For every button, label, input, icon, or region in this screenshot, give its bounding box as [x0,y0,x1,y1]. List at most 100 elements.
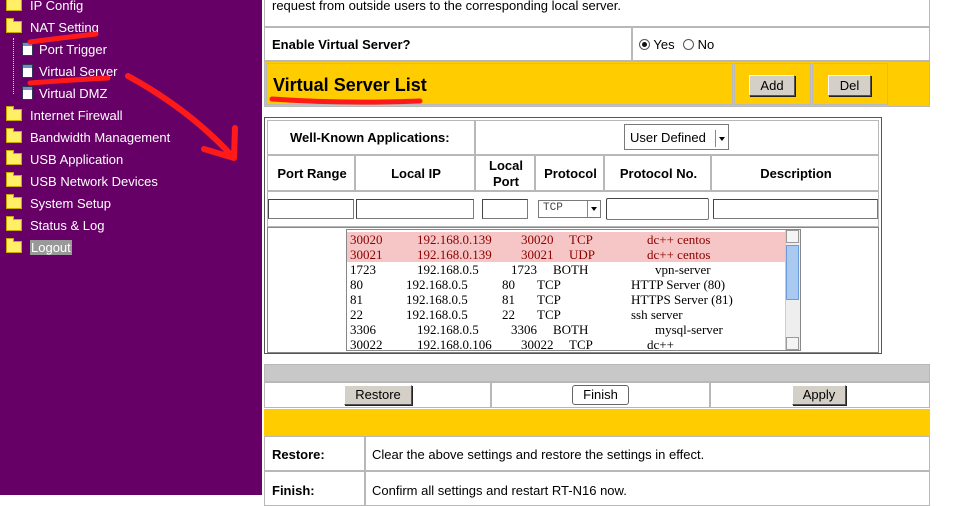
folder-icon [6,150,22,165]
rule-range: 80 [350,277,363,292]
sidebar-item-virtual-dmz[interactable]: Virtual DMZ [22,85,107,103]
list-item[interactable]: 3306 192.168.0.5 3306 BOTH mysql-server [347,322,787,337]
col-label: Local IP [391,166,441,181]
col-label: Port Range [277,166,347,181]
rule-proto: TCP [537,307,561,322]
enable-no-option[interactable]: No [683,37,714,52]
rule-range: 3306 [350,322,376,337]
rule-desc: HTTPS Server (81) [631,292,733,307]
folder-icon [6,0,22,11]
enable-yes-option[interactable]: Yes [639,37,675,52]
rule-port: 81 [502,292,515,307]
add-button[interactable]: Add [749,75,795,96]
sidebar-item-label: NAT Setting [30,20,99,35]
list-item[interactable]: 22 192.168.0.5 22 TCP ssh server [347,307,787,322]
sidebar-item-label: Port Trigger [39,42,107,57]
rule-proto: UDP [569,247,596,262]
col-description: Description [711,155,879,191]
virtual-server-rule-list[interactable]: 30020 192.168.0.139 30020 TCP dc++ centos 300… [346,229,801,351]
intro-text: request from outside users to the corres… [272,0,622,13]
no-label: No [697,37,715,52]
sidebar-item-port-trigger[interactable]: Port Trigger [22,41,107,59]
sidebar-item-bandwidth-management[interactable]: Bandwidth Management [6,128,171,147]
sidebar-item-internet-firewall[interactable]: Internet Firewall [6,106,122,125]
scroll-thumb[interactable] [786,245,799,300]
enable-label-cell: Enable Virtual Server? [264,27,632,61]
protocol-no-input[interactable] [606,198,709,220]
help-text-cell: Confirm all settings and restart RT-N16 … [365,471,930,506]
sidebar-item-virtual-server[interactable]: Virtual Server [22,63,118,81]
rule-range: 1723 [350,262,376,277]
help-term-cell: Finish: [264,471,365,506]
sidebar-item-ip-config[interactable]: IP Config [6,0,83,15]
rule-proto: TCP [569,232,593,247]
help-text-restore: Clear the above settings and restore the… [372,447,705,462]
folder-icon [6,172,22,187]
sidebar-item-status-log[interactable]: Status & Log [6,216,105,235]
list-item[interactable]: 30020 192.168.0.139 30020 TCP dc++ centos [347,232,787,247]
local-port-input[interactable] [482,199,528,219]
list-item[interactable]: 81 192.168.0.5 81 TCP HTTPS Server (81) [347,292,787,307]
help-term-cell: Restore: [264,436,365,471]
sidebar-item-nat-setting[interactable]: NAT Setting [6,18,99,37]
restore-button[interactable]: Restore [344,385,412,405]
col-local-ip: Local IP [355,155,475,191]
page-icon [22,64,33,78]
col-protocol-no: Protocol No. [604,155,711,191]
help-header-bar [264,409,930,436]
sidebar-item-label: System Setup [30,196,111,211]
sidebar-item-system-setup[interactable]: System Setup [6,194,111,213]
rule-port: 3306 [511,322,537,337]
rule-proto: BOTH [553,262,589,277]
well-known-apps-select[interactable]: User Defined [624,124,729,150]
sidebar-item-logout[interactable]: Logout [6,238,72,257]
rule-desc: ssh server [631,307,683,322]
sidebar-item-label: IP Config [30,0,84,13]
finish-button[interactable]: Finish [572,385,629,405]
rule-proto: BOTH [553,322,589,337]
help-term-finish: Finish: [272,483,315,498]
action-bar-top [264,364,930,382]
list-item[interactable]: 30021 192.168.0.139 30021 UDP dc++ centos [347,247,787,262]
rule-ip: 192.168.0.5 [406,277,468,292]
description-input[interactable] [713,199,878,219]
list-title-cell: Virtual Server List [266,63,733,105]
sidebar-item-label: USB Network Devices [30,174,158,189]
sidebar-item-label: USB Application [30,152,124,167]
folder-icon [6,216,22,231]
help-term-restore: Restore: [272,447,325,462]
scroll-down-icon[interactable] [786,337,799,350]
sidebar-menu: IP Config NAT Setting Port Trigger Virtu… [0,0,262,495]
radio-icon[interactable] [683,39,694,50]
list-scrollbar[interactable] [785,230,800,350]
col-label: Local Port [489,158,523,189]
col-label: Protocol No. [619,166,698,181]
rule-ip: 192.168.0.139 [417,232,492,247]
sidebar-item-label: Status & Log [30,218,105,233]
list-item[interactable]: 1723 192.168.0.5 1723 BOTH vpn-server [347,262,787,277]
rule-range: 30020 [350,232,383,247]
rule-port: 22 [502,307,515,322]
tree-line [13,38,15,94]
local-ip-input[interactable] [356,199,474,219]
del-button[interactable]: Del [828,75,871,96]
col-label: Protocol [544,166,597,181]
virtual-server-list-title: Virtual Server List [273,75,427,95]
sidebar-item-usb-network-devices[interactable]: USB Network Devices [6,172,158,191]
scroll-up-icon[interactable] [786,230,799,243]
rule-port: 80 [502,277,515,292]
rule-range: 22 [350,307,363,322]
radio-selected-icon[interactable] [639,39,650,50]
protocol-select[interactable]: TCP [538,200,601,218]
list-item[interactable]: 30022 192.168.0.106 30022 TCP dc++ [347,337,787,350]
list-item[interactable]: 80 192.168.0.5 80 TCP HTTP Server (80) [347,277,787,292]
chevron-down-icon [715,130,728,147]
sidebar-item-usb-application[interactable]: USB Application [6,150,124,169]
rule-range: 30021 [350,247,383,262]
sidebar-item-label: Bandwidth Management [30,130,171,145]
apply-button[interactable]: Apply [792,385,846,405]
page-icon [22,42,33,56]
rule-desc: mysql-server [655,322,723,337]
rule-desc: vpn-server [655,262,711,277]
port-range-input[interactable] [268,199,354,219]
